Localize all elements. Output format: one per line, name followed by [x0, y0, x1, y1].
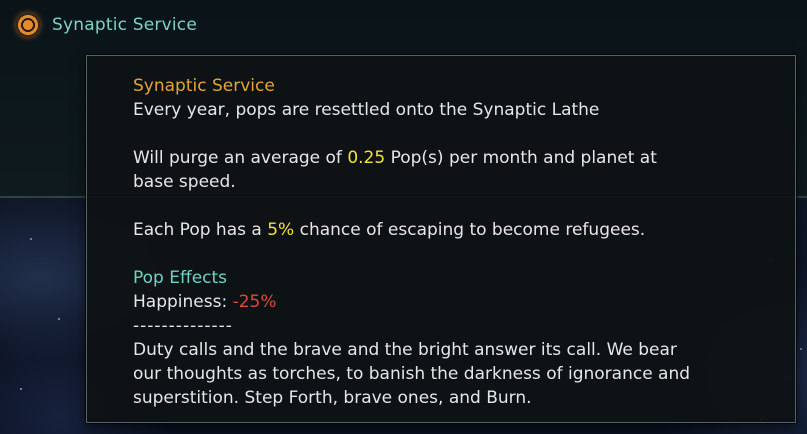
purge-prefix: Will purge an average of — [133, 148, 348, 168]
purge-value: 0.25 — [347, 148, 386, 168]
escape-value: 5% — [267, 220, 295, 240]
happiness-label: Happiness: — [133, 292, 233, 312]
star — [30, 238, 32, 240]
tradition-ring-icon — [16, 13, 40, 37]
happiness-value: -25% — [232, 292, 277, 312]
pop-effects-heading: Pop Effects — [133, 268, 228, 288]
escape-prefix: Each Pop has a — [133, 220, 268, 240]
star — [20, 388, 22, 390]
happiness-line: Happiness: -25% — [133, 290, 773, 314]
purge-line: Will purge an average of 0.25 Pop(s) per… — [133, 146, 773, 170]
tradition-title: Synaptic Service — [52, 15, 198, 35]
flavor-line-2: our thoughts as torches, to banish the d… — [133, 364, 691, 384]
star — [800, 348, 802, 350]
escape-line: Each Pop has a 5% chance of escaping to … — [133, 218, 773, 242]
tradition-tooltip: Synaptic Service Every year, pops are re… — [86, 55, 796, 423]
purge-line-2: base speed. — [133, 172, 236, 192]
tooltip-title: Synaptic Service — [133, 76, 275, 96]
separator: -------------- — [133, 316, 233, 336]
tooltip-description: Every year, pops are resettled onto the … — [133, 100, 600, 120]
escape-suffix: chance of escaping to become refugees. — [294, 220, 646, 240]
flavor-line-1: Duty calls and the brave and the bright … — [133, 340, 677, 360]
flavor-line-3: superstition. Step Forth, brave ones, an… — [133, 388, 532, 408]
purge-suffix: Pop(s) per month and planet at — [385, 148, 657, 168]
tradition-header[interactable]: Synaptic Service — [16, 10, 197, 40]
star — [58, 318, 60, 320]
